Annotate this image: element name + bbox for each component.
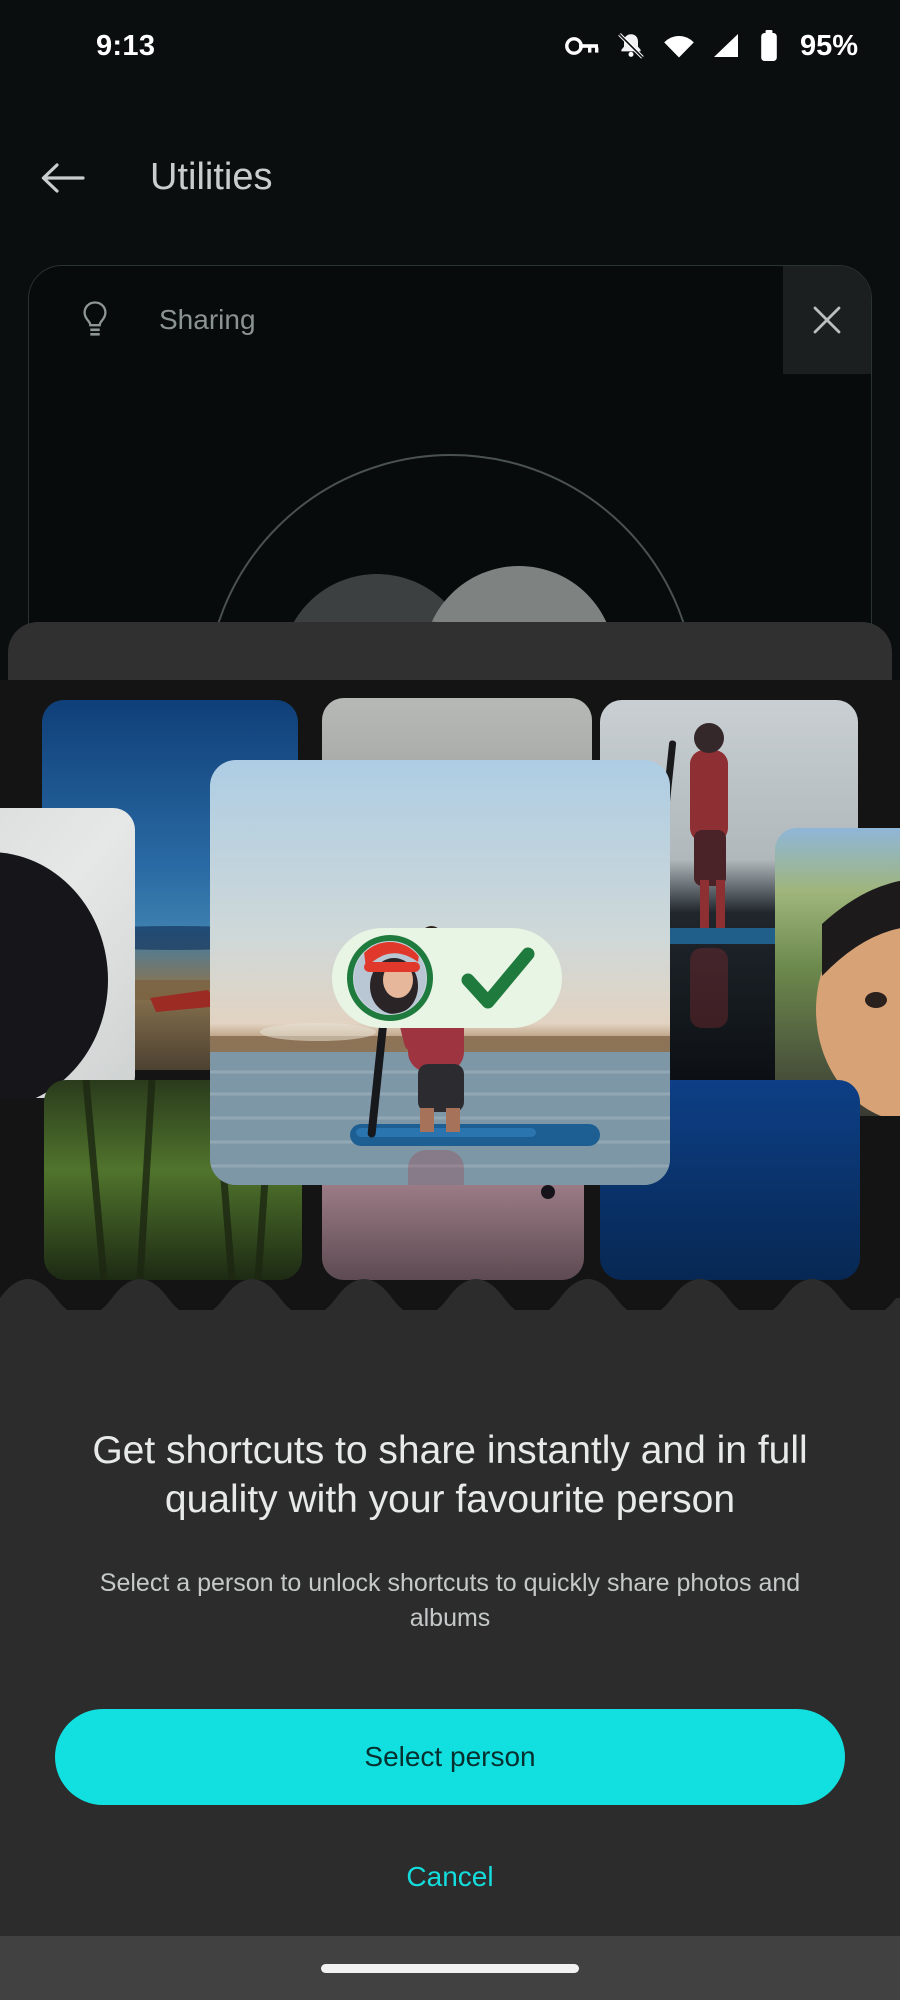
bottom-sheet: Get shortcuts to share instantly and in …: [0, 1279, 900, 2000]
app-bar: Utilities: [0, 125, 900, 230]
battery-icon: [761, 30, 777, 61]
photo-black-dog[interactable]: [0, 808, 135, 1108]
gesture-handle[interactable]: [321, 1963, 579, 1973]
sheet-content: Get shortcuts to share instantly and in …: [0, 1310, 900, 2000]
wifi-icon: [664, 36, 694, 58]
sheet-subtitle: Select a person to unlock shortcuts to q…: [99, 1569, 801, 1632]
phone-screen: 9:13 95% Utilities Sharing Get shortcuts…: [0, 0, 900, 2000]
battery-percent-label: 95%: [799, 29, 858, 62]
arrow-back-icon: [41, 162, 85, 193]
close-icon: [813, 306, 841, 334]
cellular-signal-icon: [713, 34, 738, 57]
page-title: Utilities: [150, 156, 273, 198]
back-button[interactable]: [10, 126, 114, 230]
sheet-title: Get shortcuts to share instantly and in …: [92, 1429, 808, 1522]
lightbulb-icon: [75, 299, 115, 341]
cancel-button[interactable]: Cancel: [366, 1847, 533, 1907]
notifications-muted-icon: [618, 33, 644, 59]
vpn-key-icon: [565, 37, 599, 55]
status-bar: 9:13 95%: [0, 0, 900, 92]
system-nav-bar: [0, 1936, 900, 2000]
tip-card-label: Sharing: [159, 304, 256, 335]
status-time: 9:13: [96, 29, 156, 62]
select-person-button[interactable]: Select person: [55, 1708, 845, 1805]
status-icon-group: 95%: [565, 30, 858, 63]
